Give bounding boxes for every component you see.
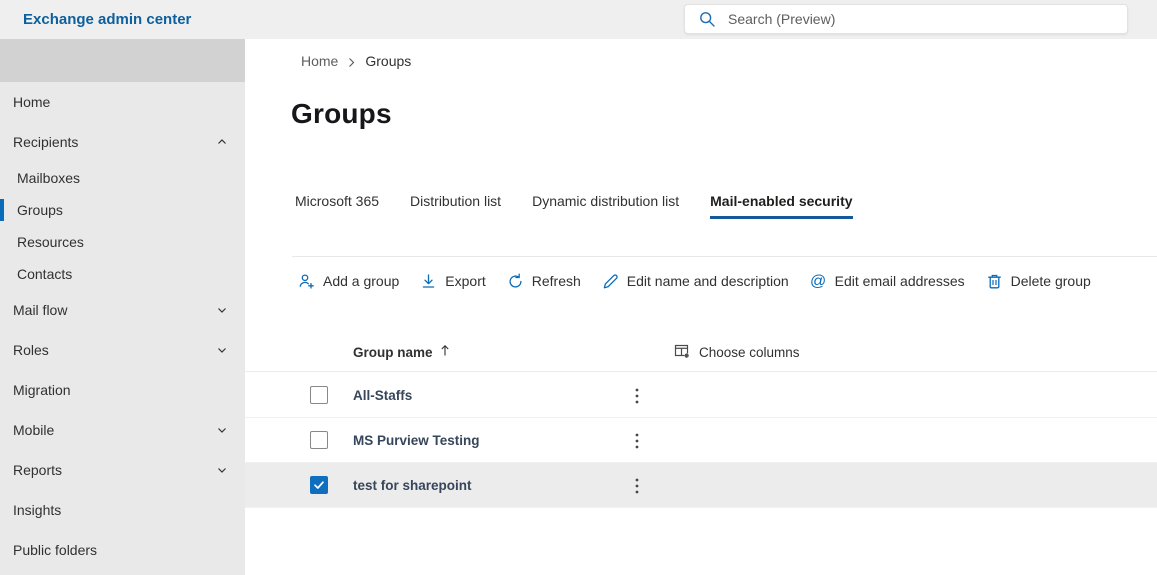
table-body: All-Staffs MS Purview Testing test for s… — [245, 373, 1157, 508]
toolbar-button-label: Edit name and description — [626, 273, 789, 289]
table-header: Group name Choose columns — [245, 332, 1157, 372]
sidebar-item-mobile[interactable]: Mobile — [0, 410, 245, 450]
sidebar: Home Recipients Mailboxes Groups Resourc… — [0, 39, 245, 575]
choose-columns-label: Choose columns — [699, 344, 800, 360]
ellipsis-vertical-icon — [635, 433, 639, 448]
toolbar-button-label: Edit email addresses — [834, 273, 965, 289]
tab-mail-enabled-security[interactable]: Mail-enabled security — [710, 188, 853, 219]
table-row[interactable]: test for sharepoint — [245, 463, 1157, 508]
ellipsis-vertical-icon — [635, 478, 639, 493]
sidebar-item-label: Migration — [13, 382, 71, 398]
row-more-button[interactable] — [625, 373, 649, 418]
sidebar-item-label: Mobile — [13, 422, 55, 438]
pencil-icon — [602, 273, 619, 290]
choose-columns-button[interactable]: Choose columns — [674, 332, 800, 372]
tab-label: Mail-enabled security — [710, 193, 853, 209]
sidebar-item-home[interactable]: Home — [0, 82, 245, 122]
chevron-down-icon — [216, 424, 228, 436]
sidebar-item-recipients[interactable]: Recipients — [0, 122, 245, 162]
add-a-group-button[interactable]: Add a group — [298, 273, 399, 290]
tab-distribution-list[interactable]: Distribution list — [410, 188, 501, 219]
sidebar-item-public-folders[interactable]: Public folders — [0, 530, 245, 570]
tab-label: Microsoft 365 — [295, 193, 380, 209]
row-checkbox-checked[interactable] — [310, 476, 328, 494]
toolbar-button-label: Export — [445, 273, 486, 289]
sidebar-item-label: Mail flow — [13, 302, 68, 318]
sidebar-item-label: Public folders — [13, 542, 98, 558]
sidebar-header-block — [0, 39, 245, 82]
divider — [292, 256, 1157, 257]
sidebar-item-resources[interactable]: Resources — [0, 226, 245, 258]
sidebar-item-migration[interactable]: Migration — [0, 370, 245, 410]
sidebar-item-label: Roles — [13, 342, 49, 358]
row-more-button[interactable] — [625, 463, 649, 508]
chevron-right-icon — [347, 57, 356, 68]
page-title: Groups — [291, 98, 392, 129]
main-content: Home Groups Groups Microsoft 365 Distrib… — [245, 39, 1157, 575]
chevron-down-icon — [216, 464, 228, 476]
sidebar-item-label: Insights — [13, 502, 62, 518]
refresh-icon — [507, 273, 524, 290]
sidebar-item-insights[interactable]: Insights — [0, 490, 245, 530]
column-header-label: Group name — [353, 344, 433, 360]
tab-list: Microsoft 365 Distribution list Dynamic … — [295, 188, 853, 219]
person-add-icon — [298, 273, 315, 290]
chevron-down-icon — [216, 304, 228, 316]
breadcrumb-current: Groups — [365, 53, 412, 69]
export-button[interactable]: Export — [420, 273, 486, 290]
group-name-link[interactable]: All-Staffs — [353, 373, 412, 418]
sidebar-item-label: Recipients — [13, 134, 79, 150]
table-row[interactable]: MS Purview Testing — [245, 418, 1157, 463]
top-bar: Exchange admin center — [0, 0, 1157, 39]
app-title[interactable]: Exchange admin center — [23, 0, 191, 39]
checkmark-icon — [314, 481, 324, 489]
tab-label: Dynamic distribution list — [532, 193, 680, 209]
sidebar-item-label: Resources — [17, 234, 84, 250]
download-icon — [420, 273, 437, 290]
toolbar-button-label: Add a group — [323, 273, 400, 289]
toolbar: Add a group Export Refresh Edit name and… — [298, 266, 1091, 296]
trash-icon — [986, 273, 1003, 290]
at-icon: @ — [810, 272, 827, 290]
sidebar-item-label: Contacts — [17, 266, 73, 282]
breadcrumb: Home Groups — [301, 53, 411, 69]
choose-columns-icon — [674, 343, 690, 362]
sidebar-item-reports[interactable]: Reports — [0, 450, 245, 490]
sort-ascending-icon — [440, 344, 450, 360]
sidebar-item-label: Reports — [13, 462, 63, 478]
tab-dynamic-distribution-list[interactable]: Dynamic distribution list — [532, 188, 679, 219]
group-name-link[interactable]: MS Purview Testing — [353, 418, 480, 463]
breadcrumb-home-link[interactable]: Home — [301, 53, 338, 69]
search-box[interactable] — [684, 4, 1128, 34]
refresh-button[interactable]: Refresh — [507, 273, 581, 290]
row-checkbox[interactable] — [310, 386, 328, 404]
chevron-down-icon — [216, 344, 228, 356]
tab-microsoft-365[interactable]: Microsoft 365 — [295, 188, 379, 219]
tab-label: Distribution list — [410, 193, 502, 209]
toolbar-button-label: Delete group — [1010, 273, 1091, 289]
sidebar-item-groups[interactable]: Groups — [0, 194, 245, 226]
group-name-link[interactable]: test for sharepoint — [353, 463, 472, 508]
search-input[interactable] — [728, 11, 1127, 27]
chevron-up-icon — [216, 136, 228, 148]
sidebar-item-mail-flow[interactable]: Mail flow — [0, 290, 245, 330]
search-icon — [699, 11, 716, 28]
ellipsis-vertical-icon — [635, 388, 639, 403]
sidebar-item-label: Home — [13, 94, 51, 110]
sidebar-item-roles[interactable]: Roles — [0, 330, 245, 370]
sidebar-item-contacts[interactable]: Contacts — [0, 258, 245, 290]
edit-name-description-button[interactable]: Edit name and description — [602, 273, 789, 290]
sidebar-item-mailboxes[interactable]: Mailboxes — [0, 162, 245, 194]
sidebar-item-label: Mailboxes — [17, 170, 81, 186]
row-checkbox[interactable] — [310, 431, 328, 449]
sidebar-item-label: Groups — [17, 202, 63, 218]
table-row[interactable]: All-Staffs — [245, 373, 1157, 418]
delete-group-button[interactable]: Delete group — [986, 273, 1091, 290]
toolbar-button-label: Refresh — [531, 273, 581, 289]
edit-email-addresses-button[interactable]: @ Edit email addresses — [810, 273, 965, 290]
row-more-button[interactable] — [625, 418, 649, 463]
column-header-group-name[interactable]: Group name — [353, 332, 450, 372]
